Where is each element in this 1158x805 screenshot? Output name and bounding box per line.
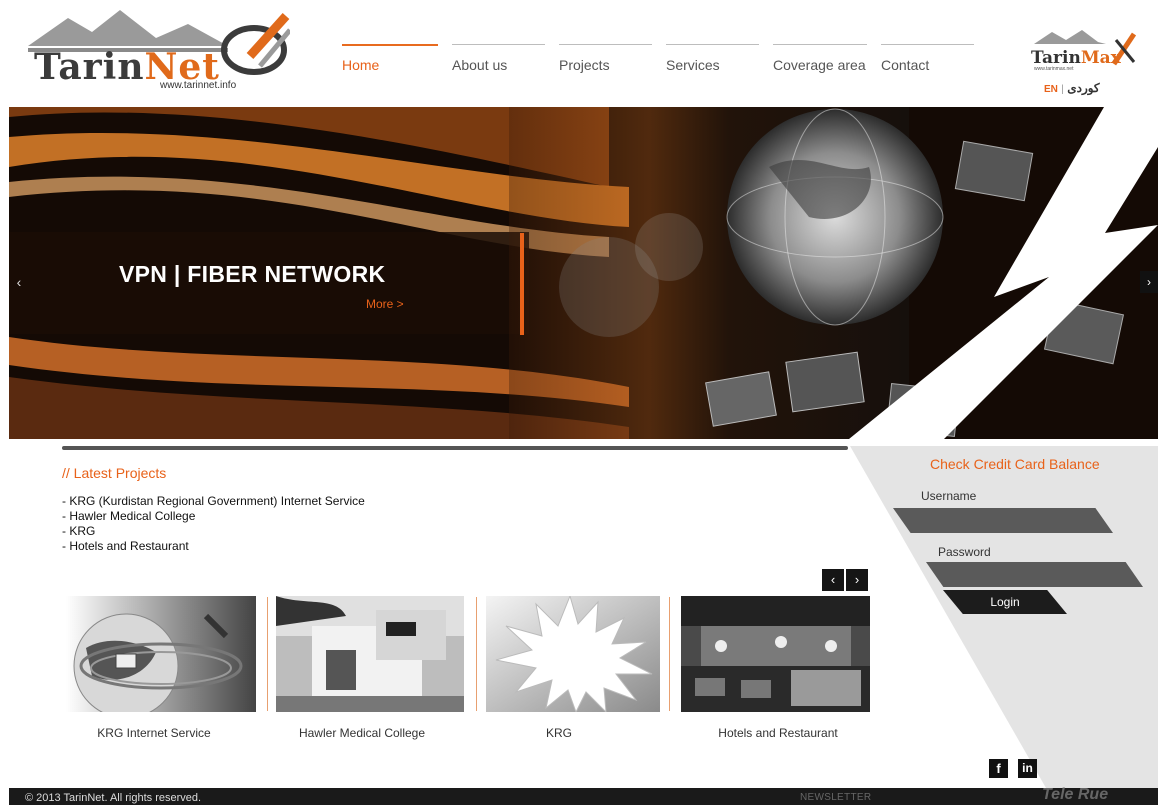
newsletter-link[interactable]: NEWSLETTER xyxy=(800,792,871,803)
thumbnail-caption: KRG xyxy=(545,726,572,740)
credit-balance-title: Check Credit Card Balance xyxy=(930,456,1100,472)
project-thumbnail-hawler-medical[interactable] xyxy=(276,596,464,712)
nav-about[interactable]: About us xyxy=(452,44,545,73)
main-nav: Home About us Projects Services Coverage… xyxy=(342,44,988,73)
password-label: Password xyxy=(938,545,991,559)
thumbnail-separator xyxy=(669,597,670,711)
username-input[interactable] xyxy=(893,508,1113,533)
project-thumbnail-hotels[interactable] xyxy=(681,596,870,712)
thumbnail-caption: Hotels and Restaurant xyxy=(718,726,838,740)
footer: © 2013 TarinNet. All rights reserved. NE… xyxy=(9,786,1158,805)
section-divider xyxy=(62,446,848,450)
partner-logo[interactable]: Tele Rue xyxy=(1042,786,1108,804)
lang-en[interactable]: EN xyxy=(1044,84,1058,95)
project-list-item[interactable]: - Hotels and Restaurant xyxy=(62,539,365,554)
username-label: Username xyxy=(921,489,977,503)
nav-home[interactable]: Home xyxy=(342,44,438,73)
latest-projects-list: - KRG (Kurdistan Regional Government) In… xyxy=(62,494,365,554)
chevron-right-icon[interactable]: › xyxy=(1140,271,1158,293)
tarinmax-url: www.tarinmax.net xyxy=(1034,66,1074,72)
tarinmax-wordmark: TarinMax xyxy=(1031,48,1121,68)
thumbnail-caption: Hawler Medical College xyxy=(298,726,426,740)
project-list-item[interactable]: - Hawler Medical College xyxy=(62,509,365,524)
thumbnail-separator xyxy=(476,597,477,711)
thumbnail-separator xyxy=(267,597,268,711)
hero-more-link[interactable]: More > xyxy=(366,297,404,311)
hero-title: VPN | FIBER NETWORK xyxy=(119,261,386,287)
hero-accent-bar xyxy=(520,233,524,335)
linkedin-icon[interactable]: in xyxy=(1018,759,1037,778)
chevron-left-icon[interactable]: ‹ xyxy=(9,271,29,293)
copyright-text: © 2013 TarinNet. All rights reserved. xyxy=(25,792,202,804)
nav-services[interactable]: Services xyxy=(666,44,759,73)
nav-contact[interactable]: Contact xyxy=(881,44,974,73)
tarinnet-logo[interactable]: TarinNet www.tarinnet.info xyxy=(28,8,290,94)
nav-projects[interactable]: Projects xyxy=(559,44,652,73)
project-thumbnail-krg-internet[interactable] xyxy=(66,596,256,712)
lang-separator: | xyxy=(1061,84,1064,95)
logo-url: www.tarinnet.info xyxy=(160,80,237,91)
language-switcher: EN | كوردی xyxy=(1044,81,1100,95)
carousel-prev-button[interactable]: ‹ xyxy=(822,569,844,591)
project-list-item[interactable]: - KRG xyxy=(62,524,365,539)
tarinmax-logo[interactable]: TarinMax www.tarinmax.net xyxy=(1026,28,1138,74)
thumbnail-caption: KRG Internet Service xyxy=(97,726,211,740)
login-button[interactable]: Login xyxy=(943,590,1067,614)
latest-projects-title: // Latest Projects xyxy=(62,465,167,481)
password-input[interactable] xyxy=(926,562,1143,587)
carousel-next-button[interactable]: › xyxy=(846,569,868,591)
nav-coverage-area[interactable]: Coverage area xyxy=(773,44,867,73)
facebook-icon[interactable]: f xyxy=(989,759,1008,778)
project-thumbnail-krg[interactable] xyxy=(486,596,660,712)
lang-kurdish[interactable]: كوردی xyxy=(1067,81,1099,95)
hero-slider[interactable]: VPN | FIBER NETWORK More > xyxy=(9,107,1158,439)
project-list-item[interactable]: - KRG (Kurdistan Regional Government) In… xyxy=(62,494,365,509)
